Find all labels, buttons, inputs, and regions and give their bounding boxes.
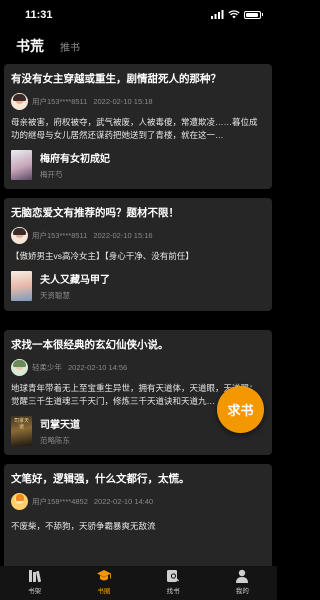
nav-label: 书架 xyxy=(28,588,42,595)
user-name: 轻柔少年 xyxy=(32,362,62,372)
nav-item-book-circle[interactable]: 书圈 xyxy=(69,566,138,600)
avatar[interactable] xyxy=(11,358,28,376)
post-title: 文笔好，逻辑强，什么文都行，太慌。 xyxy=(11,473,190,485)
top-tabs: 书荒 推书 xyxy=(16,36,80,56)
user-name: 用户153****8511 xyxy=(32,96,88,106)
book-author: 范略陈东 xyxy=(40,435,70,445)
book-title: 夫人又藏马甲了 xyxy=(40,275,110,286)
status-bar: 11:31 xyxy=(0,0,277,30)
user-row: 轻柔少年 2022-02-10 14:56 xyxy=(11,358,265,376)
avatar[interactable] xyxy=(11,92,28,110)
person-icon xyxy=(236,569,249,583)
post-time: 2022-02-10 14:40 xyxy=(93,496,154,506)
post-time: 2022-02-10 15:16 xyxy=(93,230,153,240)
wifi-icon xyxy=(227,10,240,19)
graduation-cap-icon xyxy=(96,570,111,581)
tab-shuhuang[interactable]: 书荒 xyxy=(16,36,44,56)
post-title: 有没有女主穿越或重生，剧情甜死人的那种？ xyxy=(11,73,221,85)
post-card[interactable]: 有没有女主穿越或重生，剧情甜死人的那种？ 用户153****8511 2022-… xyxy=(4,64,272,189)
battery-tip xyxy=(261,13,263,16)
request-book-button[interactable]: 求书 xyxy=(217,386,264,433)
nav-item-profile[interactable]: 我的 xyxy=(208,566,277,600)
post-card[interactable]: 无脑恋爱文有推荐的吗？题材不限！ 用户153****8511 2022-02-1… xyxy=(4,198,272,311)
user-name: 用户153****8511 xyxy=(32,230,88,240)
book-cover xyxy=(11,415,32,446)
post-title: 求找一本很经典的玄幻仙侠小说。 xyxy=(11,339,169,351)
avatar[interactable] xyxy=(11,492,28,510)
bottom-nav: 书架 书圈 找书 我的 xyxy=(0,566,277,600)
post-time: 2022-02-10 14:56 xyxy=(68,362,128,372)
nav-item-find-book[interactable]: 找书 xyxy=(139,566,208,600)
book-recommendation[interactable]: 梅府有女初成妃 梅开芍 xyxy=(11,148,265,181)
post-body: 母亲被害，府权被夺，武气被废，人被毒傻，常遭欺凌……暮位成功的继母与女儿居然还谋… xyxy=(11,117,258,140)
user-row: 用户153****8511 2022-02-10 15:16 xyxy=(11,226,265,244)
user-row: 用户153****8511 2022-02-10 15:18 xyxy=(11,92,265,110)
user-row: 用户158****4852 2022-02-10 14:40 xyxy=(11,492,265,510)
book-title: 梅府有女初成妃 xyxy=(40,153,110,165)
post-body: 不废柴，不舔狗，天骄争霸暴爽无敌流 xyxy=(11,521,156,531)
book-author: 梅开芍 xyxy=(40,169,63,179)
find-book-icon xyxy=(167,570,180,582)
bookshelf-icon xyxy=(28,570,41,583)
nav-label: 找书 xyxy=(166,588,180,595)
nav-label: 书圈 xyxy=(97,588,111,595)
battery-icon xyxy=(243,10,261,19)
post-title: 无脑恋爱文有推荐的吗？题材不限！ xyxy=(11,207,179,219)
post-time: 2022-02-10 15:18 xyxy=(93,96,153,106)
status-time: 11:31 xyxy=(25,9,53,21)
cellular-signal-icon xyxy=(210,10,223,19)
nav-label: 我的 xyxy=(235,588,249,595)
book-title: 司掌天道 xyxy=(40,419,80,431)
book-cover xyxy=(11,149,32,180)
user-name: 用户158****4852 xyxy=(32,496,88,506)
post-body: 【傲娇男主vs高冷女主】【身心干净、没有前任】 xyxy=(11,251,194,261)
status-icons xyxy=(210,10,263,19)
nav-item-bookshelf[interactable]: 书架 xyxy=(0,566,69,600)
post-card[interactable]: 文笔好，逻辑强，什么文都行，太慌。 用户158****4852 2022-02-… xyxy=(4,464,272,566)
book-author: 天资聪慧 xyxy=(40,291,70,300)
book-recommendation[interactable]: 夫人又藏马甲了 天资聪慧 xyxy=(11,270,265,303)
post-feed[interactable]: 有没有女主穿越或重生，剧情甜死人的那种？ 用户153****8511 2022-… xyxy=(0,60,277,566)
book-cover xyxy=(11,271,32,301)
avatar[interactable] xyxy=(11,226,28,244)
tab-tuishu[interactable]: 推书 xyxy=(60,39,80,54)
